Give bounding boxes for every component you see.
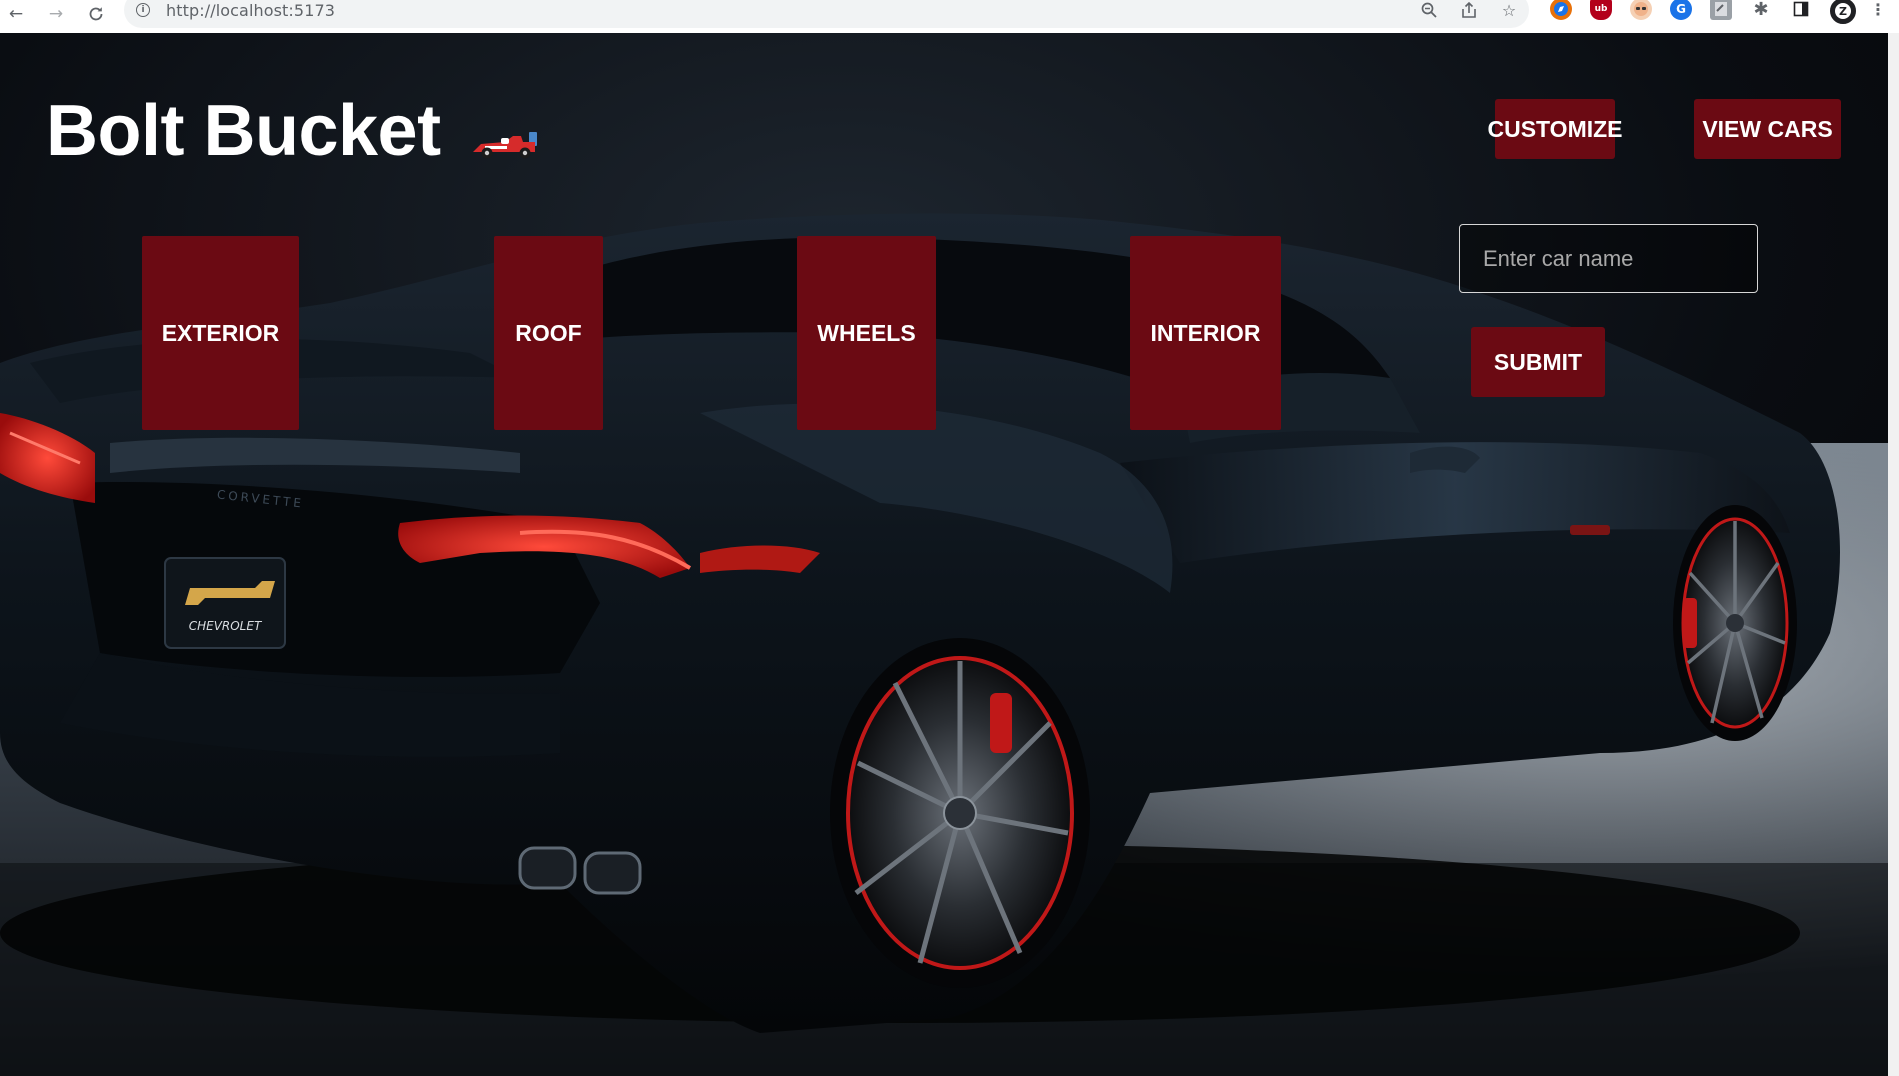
reload-icon[interactable] — [84, 2, 108, 26]
exterior-button[interactable]: EXTERIOR — [142, 236, 299, 430]
view-cars-button[interactable]: VIEW CARS — [1694, 99, 1841, 159]
bookmark-star-icon[interactable]: ☆ — [1497, 0, 1521, 22]
scrollbar[interactable] — [1888, 33, 1899, 1076]
roof-button[interactable]: ROOF — [494, 236, 603, 430]
wheels-button[interactable]: WHEELS — [797, 236, 936, 430]
page-viewport: CHEVROLET CORVETTE Bolt Bucket CUSTOMIZE… — [0, 33, 1888, 1076]
interior-button[interactable]: INTERIOR — [1130, 236, 1281, 430]
address-bar-url[interactable]: http://localhost:5173 — [166, 1, 335, 20]
extensions-puzzle-icon[interactable]: ✱ — [1750, 0, 1772, 20]
car-name-input[interactable] — [1459, 224, 1758, 293]
arrow-left-icon[interactable]: ← — [4, 2, 28, 26]
address-bar[interactable]: i http://localhost:5173 ☆ — [124, 0, 1529, 28]
plate-text: CHEVROLET — [189, 619, 263, 633]
extension-document-icon[interactable] — [1710, 0, 1732, 20]
site-title: Bolt Bucket — [46, 91, 441, 171]
extension-ublock-icon[interactable]: ub — [1590, 0, 1612, 20]
share-icon[interactable] — [1457, 0, 1481, 22]
browser-menu-icon[interactable]: ⋮ — [1870, 0, 1886, 20]
side-panel-icon[interactable] — [1790, 0, 1812, 20]
arrow-right-icon[interactable]: → — [44, 2, 68, 26]
extension-compass-icon[interactable] — [1550, 0, 1572, 20]
hero-car-image: CHEVROLET CORVETTE — [0, 33, 1888, 1076]
browser-toolbar: ← → i http://localhost:5173 ☆ ub G ✱ Z ⋮ — [0, 0, 1899, 33]
site-info-icon[interactable]: i — [136, 3, 150, 17]
zoom-icon[interactable] — [1417, 0, 1441, 22]
extension-face-icon[interactable] — [1630, 0, 1652, 20]
race-car-icon — [472, 132, 537, 159]
site-brand[interactable]: Bolt Bucket — [46, 91, 539, 171]
svg-text:Z: Z — [1839, 5, 1847, 18]
extension-grammarly-icon[interactable]: G — [1670, 0, 1692, 20]
submit-button[interactable]: SUBMIT — [1471, 327, 1605, 397]
profile-avatar-icon[interactable]: Z — [1830, 0, 1856, 24]
customize-button[interactable]: CUSTOMIZE — [1487, 99, 1623, 159]
